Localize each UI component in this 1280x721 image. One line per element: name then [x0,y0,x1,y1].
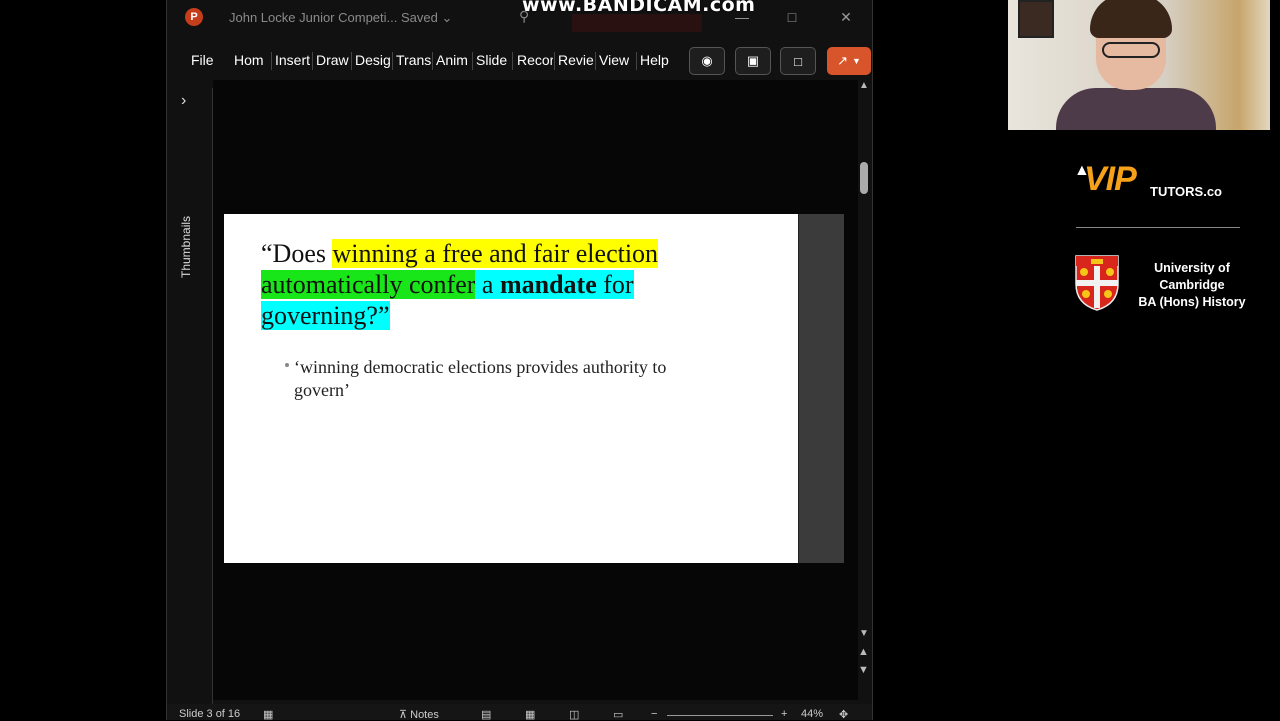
share-icon: ↗ [837,53,848,68]
next-slide-icon[interactable]: ▼ [858,664,869,676]
powerpoint-app-icon[interactable]: P [185,8,203,26]
previous-slide-icon[interactable]: ▲ [858,646,869,658]
tab-home[interactable]: Hom [234,52,270,68]
title-highlight-green: automatically confer [261,270,476,299]
title-text-a: a [475,270,500,299]
title-highlight-cyan-2: governing?” [261,301,390,330]
presenter-body [1056,88,1216,130]
title-text-open: “Does [261,239,333,268]
notes-button[interactable]: ⊼ Notes [399,708,439,721]
thumbnails-pane: › Thumbnails [167,88,213,708]
minimize-button[interactable]: — [727,6,757,28]
title-highlight-yellow: winning a free and fair election [332,239,659,268]
status-bar: Slide 3 of 16 ▦ ⊼ Notes ▤ ▦ ◫ ▭ − + 44% … [167,704,872,721]
cambridge-crest-icon [1075,255,1119,311]
zoom-out-icon[interactable]: − [651,708,657,720]
presenter-hair [1090,0,1172,38]
record-button[interactable]: ◉ [689,47,725,75]
chevron-down-icon: ⌄ [441,10,453,25]
scroll-up-icon[interactable]: ▲ [859,80,869,91]
notes-label: Notes [410,709,439,721]
bullet-dot-icon [285,363,289,367]
bullet-text: ‘winning democratic elections provides a… [294,357,667,400]
title-highlight-cyan: a mandate for [475,270,634,299]
slide-counter: Slide 3 of 16 [179,708,241,720]
tab-separator [636,52,637,70]
save-status-label: Saved [401,10,438,25]
slideshow-icon[interactable]: ▭ [613,708,623,721]
title-text-mandate: mandate [499,270,597,299]
reading-view-icon[interactable]: ◫ [569,708,579,721]
tab-transitions[interactable]: Transi [396,52,431,68]
tab-design[interactable]: Desig [355,52,391,68]
webcam-feed [1008,0,1270,130]
tab-separator [432,52,433,70]
zoom-level[interactable]: 44% [801,708,823,720]
slide-bullet[interactable]: ‘winning democratic elections provides a… [285,356,714,402]
ribbon-tabs: File Hom Insert Draw Desig Transi Anim S… [167,44,872,78]
fit-to-window-icon[interactable]: ✥ [839,708,848,721]
current-slide[interactable]: “Does winning a free and fair election au… [224,214,844,563]
notes-icon: ⊼ [399,709,408,721]
wall-picture [1018,0,1054,38]
slide-sorter-icon[interactable]: ▦ [525,708,535,721]
presenter-glasses [1102,42,1160,58]
tab-separator [351,52,352,70]
expand-thumbnails-icon[interactable]: › [181,92,186,110]
tab-draw[interactable]: Draw [316,52,350,68]
tab-separator [392,52,393,70]
divider [1076,227,1240,228]
record-icon: ◉ [701,53,713,68]
vip-tutors-logo: ▲ VIP TUTORS.co [1074,160,1254,204]
scroll-thumb[interactable] [860,162,868,194]
tab-separator [271,52,272,70]
vip-logo-text: VIP [1084,160,1137,198]
zoom-in-icon[interactable]: + [781,708,787,720]
tab-file[interactable]: File [191,52,214,68]
tab-separator [472,52,473,70]
tab-record[interactable]: Recor [517,52,553,68]
thumbnails-label: Thumbnails [179,215,193,278]
title-text-for: for [596,270,634,299]
normal-view-icon[interactable]: ▤ [481,708,491,721]
uni-line-2: Cambridge [1159,278,1225,292]
teams-icon: ▣ [746,53,760,68]
save-status[interactable]: Saved ⌄ [401,10,452,26]
uni-line-3: BA (Hons) History [1138,295,1246,309]
title-bar: P John Locke Junior Competi... Saved ⌄ ⚲… [167,0,872,36]
slide-editing-area: “Does winning a free and fair election au… [213,80,858,700]
maximize-button[interactable]: □ [777,6,807,28]
scroll-down-icon[interactable]: ▼ [859,628,869,639]
document-title[interactable]: John Locke Junior Competi... [229,10,397,25]
tab-view[interactable]: View [599,52,629,68]
comment-icon: □ [794,53,802,69]
slide-title[interactable]: “Does winning a free and fair election au… [261,238,761,331]
bandicam-watermark: www.BANDICAM.com [522,0,756,16]
slide-right-panel [798,214,844,563]
tab-insert[interactable]: Insert [275,52,311,68]
thumbnails-toggle[interactable]: Thumbnails [179,216,199,358]
comments-button[interactable]: □ [780,47,816,75]
tab-separator [595,52,596,70]
zoom-slider[interactable] [667,715,773,716]
accessibility-icon[interactable]: ▦ [263,708,273,721]
powerpoint-window: P John Locke Junior Competi... Saved ⌄ ⚲… [166,0,873,721]
vertical-scrollbar[interactable]: ▲ ▼ ▲ ▼ [857,80,873,680]
tab-separator [554,52,555,70]
tab-slide-show[interactable]: Slide [476,52,511,68]
tab-help[interactable]: Help [640,52,669,68]
tab-separator [312,52,313,70]
uni-line-1: University of [1154,261,1230,275]
tutors-logo-text: TUTORS.co [1150,184,1222,199]
recording-overlay [572,14,702,32]
university-credentials: University of Cambridge BA (Hons) Histor… [1130,260,1254,311]
close-button[interactable]: ✕ [831,6,861,28]
chevron-down-icon: ▼ [851,56,861,66]
teams-button[interactable]: ▣ [735,47,771,75]
tab-separator [512,52,513,70]
tab-animations[interactable]: Anim [436,52,471,68]
share-button[interactable]: ↗ ▼ [827,47,871,75]
tab-review[interactable]: Revie [558,52,594,68]
